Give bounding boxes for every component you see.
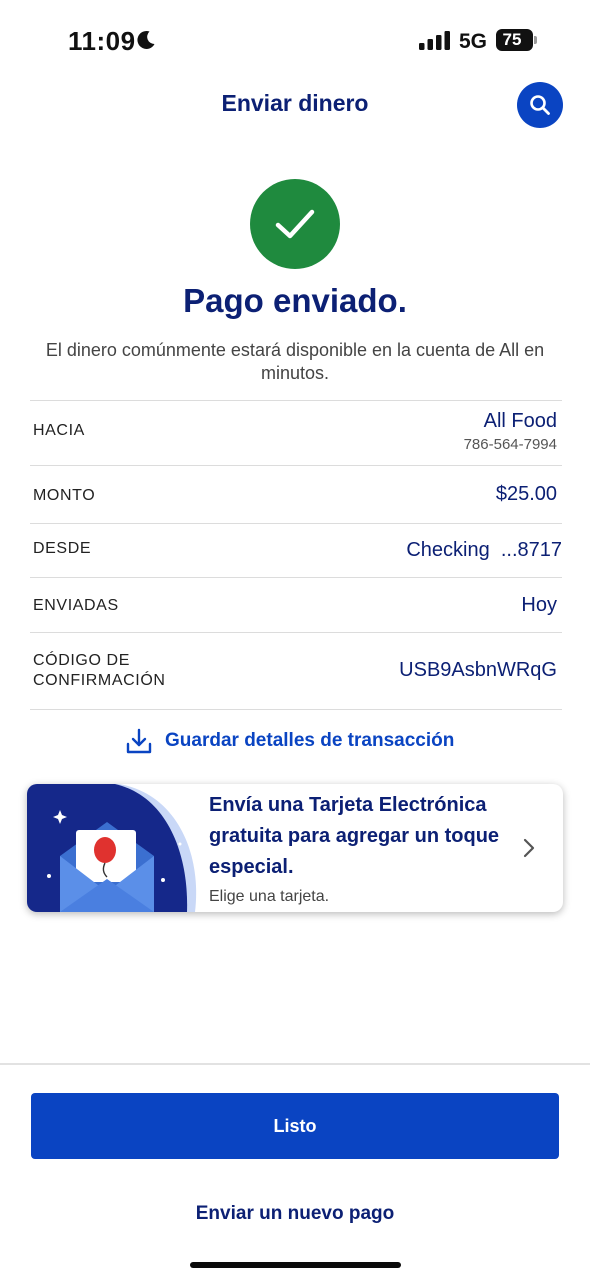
amount-label: MONTO <box>33 487 96 504</box>
new-payment-link[interactable]: Enviar un nuevo pago <box>0 1203 590 1225</box>
status-bar: 11:09 5G 75 <box>0 0 590 82</box>
search-icon <box>530 95 550 115</box>
promo-subtitle: Elige una tarjeta. <box>209 888 330 905</box>
details-divider <box>30 709 562 710</box>
battery-icon: 75 <box>496 29 533 51</box>
details-divider <box>30 577 562 578</box>
save-transaction-details-link[interactable]: Guardar detalles de transacción <box>125 726 454 756</box>
details-divider <box>30 632 562 633</box>
success-badge <box>250 179 340 269</box>
footer-divider <box>0 1063 590 1065</box>
details-divider <box>30 523 562 524</box>
to-name: All Food <box>483 410 557 432</box>
signal-icon <box>419 31 450 50</box>
battery-cap <box>534 36 537 44</box>
moon-icon <box>137 30 155 49</box>
success-subtitle: El dinero comúnmente estará disponible e… <box>45 340 545 383</box>
amount-value: $25.00 <box>495 483 557 505</box>
from-value: Checking ...8717 <box>406 539 562 561</box>
home-indicator[interactable] <box>190 1262 401 1268</box>
envelope-card-icon <box>27 784 197 912</box>
status-time: 11:09 <box>68 26 136 56</box>
battery-level: 75 <box>502 30 522 49</box>
sent-value: Hoy <box>521 594 557 616</box>
download-icon <box>126 728 152 754</box>
details-divider <box>30 400 562 401</box>
confirmation-label: CÓDIGO DE CONFIRMACIÓN <box>33 652 166 689</box>
sent-label: ENVIADAS <box>33 597 119 614</box>
ecard-promo-card[interactable]: Envía una Tarjeta Electrónica gratuita p… <box>27 784 563 912</box>
confirmation-value: USB9AsbnWRqG <box>399 659 557 681</box>
to-phone: 786-564-7994 <box>463 436 557 453</box>
from-label: DESDE <box>33 540 92 557</box>
chevron-right-icon <box>523 838 535 858</box>
save-details-label: Guardar detalles de transacción <box>165 730 455 751</box>
details-divider <box>30 465 562 466</box>
checkmark-icon <box>275 209 315 239</box>
success-title: Pago enviado. <box>183 282 407 319</box>
network-type: 5G <box>459 30 488 53</box>
promo-title: Envía una Tarjeta Electrónica gratuita p… <box>209 794 500 878</box>
page-title: Enviar dinero <box>221 90 369 116</box>
search-button[interactable] <box>517 82 563 128</box>
done-button[interactable]: Listo <box>31 1093 559 1159</box>
to-label: HACIA <box>33 422 85 439</box>
